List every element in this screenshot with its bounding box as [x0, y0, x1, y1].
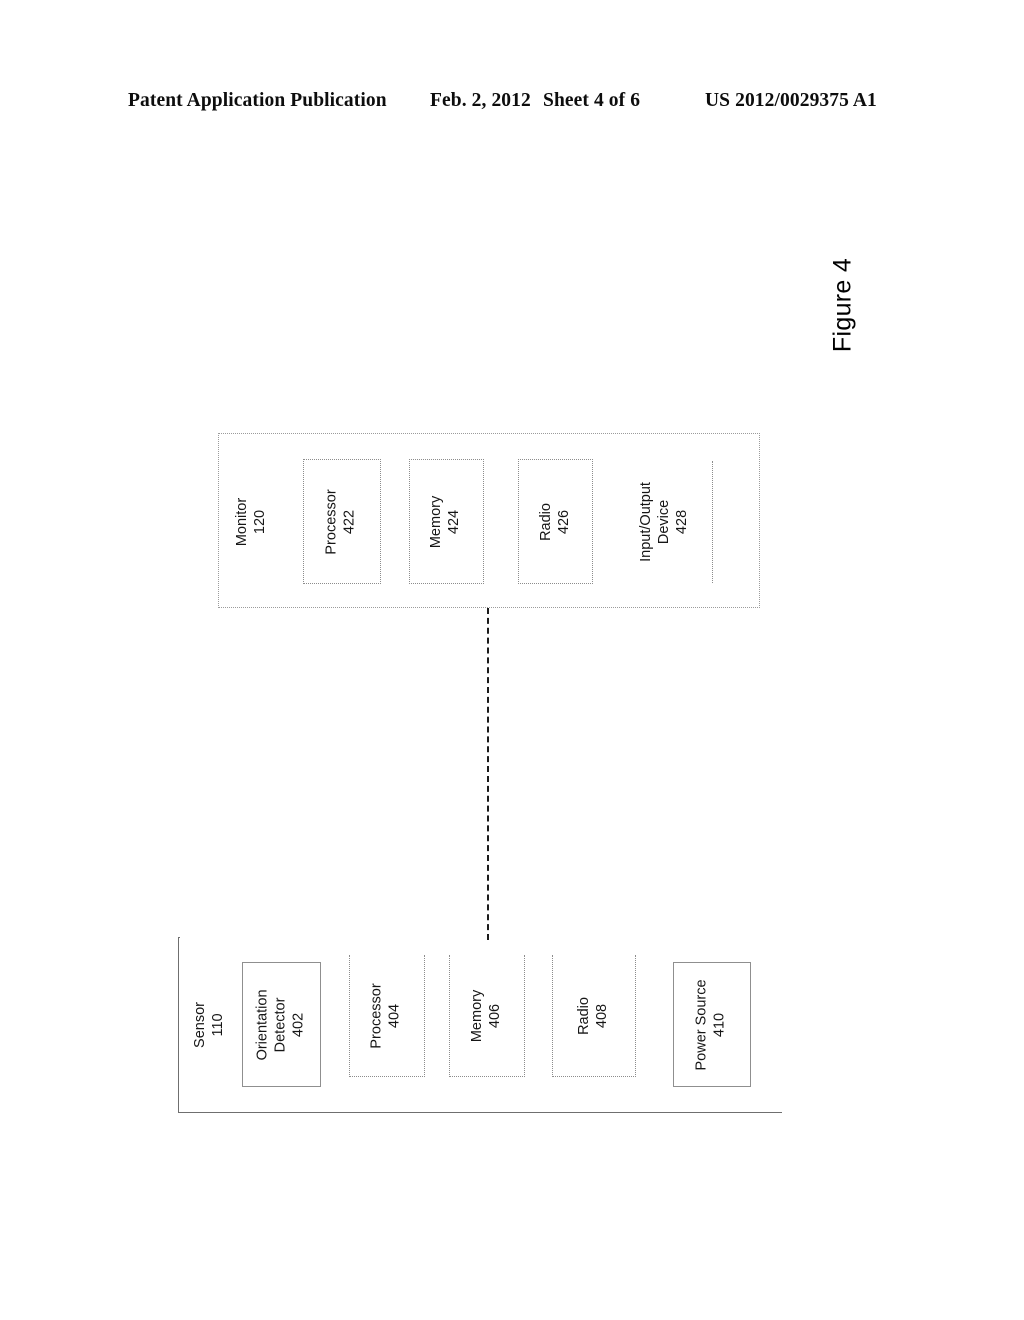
sensor-memory-block: Memory 406 — [449, 955, 525, 1077]
monitor-radio-ref-number: 426 — [555, 509, 572, 534]
monitor-io-device-label-line1: Input/Output — [637, 481, 654, 562]
sensor-orientation-detector-label: Orientation Detector 402 — [243, 963, 320, 1086]
monitor-label-region: Monitor 120 — [219, 434, 285, 609]
sensor-radio-label: Radio 408 — [553, 955, 635, 1076]
sensor-power-source-label-text: Power Source — [694, 978, 711, 1071]
sensor-orientation-detector-label-line1: Orientation — [254, 989, 271, 1060]
figure-caption: Figure 4 — [828, 250, 857, 360]
monitor-radio-label: Radio 426 — [519, 460, 592, 583]
sensor-power-source-block: Power Source 410 — [673, 962, 751, 1087]
sensor-processor-label-text: Processor — [369, 982, 386, 1049]
sensor-power-source-label: Power Source 410 — [674, 963, 750, 1086]
monitor-io-device-block: Input/Output Device 428 — [617, 459, 712, 584]
sensor-block-top-edge-stub — [178, 937, 180, 938]
sensor-monitor-connector — [487, 608, 489, 940]
monitor-memory-ref-number: 424 — [446, 509, 463, 534]
sensor-processor-block: Processor 404 — [349, 955, 425, 1077]
monitor-ref-number: 120 — [251, 509, 268, 534]
monitor-block: Monitor 120 Processor 422 Memory 424 Rad… — [218, 433, 760, 608]
sensor-ref-number: 110 — [209, 1013, 226, 1037]
sensor-power-source-ref-number: 410 — [712, 1012, 729, 1037]
monitor-io-device-label-line2: Device — [655, 499, 672, 544]
sensor-memory-label: Memory 406 — [450, 955, 524, 1076]
sensor-label-region: Sensor 110 — [179, 937, 241, 1113]
sensor-processor-label: Processor 404 — [350, 955, 424, 1076]
monitor-processor-label-text: Processor — [324, 488, 341, 555]
sensor-radio-label-text: Radio — [576, 996, 593, 1035]
monitor-radio-block: Radio 426 — [518, 459, 593, 584]
monitor-label-text: Monitor — [234, 497, 251, 546]
monitor-io-device-label: Input/Output Device 428 — [617, 459, 712, 584]
monitor-memory-block: Memory 424 — [409, 459, 484, 584]
sensor-memory-ref-number: 406 — [487, 1003, 503, 1028]
sensor-orientation-detector-ref-number: 402 — [290, 1012, 307, 1037]
sensor-radio-ref-number: 408 — [593, 1003, 610, 1028]
sensor-radio-block: Radio 408 — [552, 955, 636, 1077]
monitor-label: Monitor 120 — [219, 434, 285, 609]
sensor-orientation-detector-block: Orientation Detector 402 — [242, 962, 321, 1087]
figure-caption-label: Figure 4 — [828, 257, 857, 353]
sensor-label-text: Sensor — [192, 1002, 209, 1048]
monitor-io-device-ref-number: 428 — [673, 509, 690, 534]
header-publication-number: US 2012/0029375 A1 — [705, 90, 877, 111]
monitor-processor-label: Processor 422 — [304, 460, 380, 583]
sensor-label: Sensor 110 — [179, 937, 241, 1113]
monitor-processor-block: Processor 422 — [303, 459, 381, 584]
page-header: Patent Application Publication Feb. 2, 2… — [0, 0, 1024, 130]
header-sheet-number: Sheet 4 of 6 — [543, 90, 641, 111]
monitor-memory-label: Memory 424 — [410, 460, 483, 583]
monitor-io-device-partial-border — [712, 461, 713, 583]
sensor-memory-label-text: Memory — [469, 989, 486, 1042]
monitor-radio-label-text: Radio — [537, 502, 554, 541]
monitor-memory-label-text: Memory — [428, 495, 445, 548]
sensor-processor-ref-number: 404 — [387, 1003, 403, 1028]
monitor-processor-ref-number: 422 — [342, 509, 358, 534]
sensor-orientation-detector-label-line2: Detector — [272, 997, 289, 1052]
sensor-block: Sensor 110 Orientation Detector 402 Proc… — [178, 937, 782, 1113]
header-publication-title: Patent Application Publication — [128, 90, 387, 111]
header-publication-date: Feb. 2, 2012 — [430, 90, 531, 111]
